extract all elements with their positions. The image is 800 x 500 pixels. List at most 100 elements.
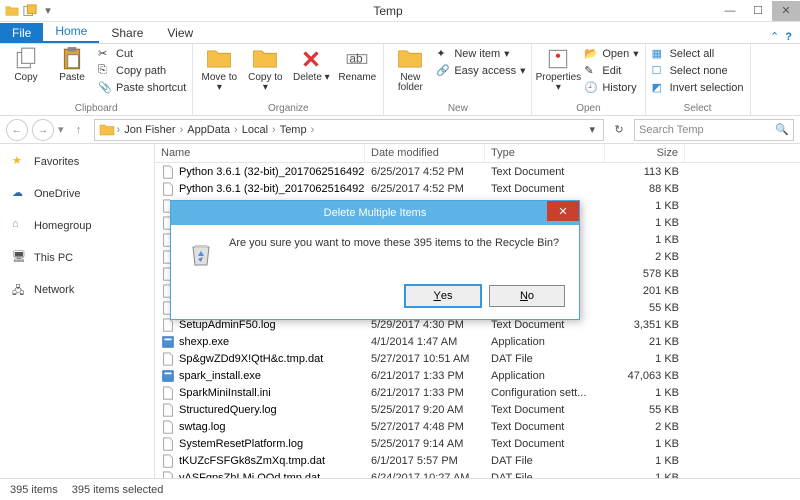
ribbon-group-new: New folder ✦New item ▾ 🔗Easy access ▾ Ne… <box>384 44 532 115</box>
edit-button[interactable]: ✎Edit <box>584 63 638 79</box>
properties-button[interactable]: Properties ▾ <box>538 46 578 93</box>
back-button[interactable]: ← <box>6 119 28 141</box>
breadcrumb[interactable]: › Jon Fisher › AppData › Local › Temp › … <box>94 119 604 141</box>
file-date: 6/25/2017 4:52 PM <box>365 166 485 178</box>
new-window-icon[interactable] <box>22 3 38 19</box>
minimize-button[interactable]: — <box>716 1 744 21</box>
file-size: 1 KB <box>605 234 685 246</box>
file-row[interactable]: swtag.log5/27/2017 4:48 PMText Document2… <box>155 418 800 435</box>
maximize-button[interactable]: ☐ <box>744 1 772 21</box>
sidebar-network[interactable]: 🖧Network <box>4 278 150 302</box>
dialog-close-button[interactable]: ✕ <box>547 201 579 221</box>
rename-button[interactable]: abRename <box>337 46 377 83</box>
forward-button[interactable]: → <box>32 119 54 141</box>
new-folder-button[interactable]: New folder <box>390 46 430 93</box>
ribbon-tabs: File Home Share View ⌃ ? <box>0 22 800 44</box>
paste-shortcut-button[interactable]: 📎Paste shortcut <box>98 80 186 96</box>
sidebar-homegroup[interactable]: ⌂Homegroup <box>4 214 150 238</box>
crumb-temp[interactable]: Temp <box>278 124 309 136</box>
tab-file[interactable]: File <box>0 23 43 43</box>
select-none-button[interactable]: ☐Select none <box>652 63 744 79</box>
help-icon[interactable]: ? <box>785 31 792 43</box>
collapse-ribbon-icon[interactable]: ⌃ <box>770 30 779 43</box>
sidebar-onedrive[interactable]: ☁OneDrive <box>4 182 150 206</box>
status-bar: 395 items 395 items selected <box>0 478 800 500</box>
address-dropdown-icon[interactable]: ▾ <box>585 123 599 136</box>
dialog-title-bar[interactable]: Delete Multiple Items ✕ <box>171 201 579 225</box>
paste-button[interactable]: Paste <box>52 46 92 83</box>
copy-path-button[interactable]: ⎘Copy path <box>98 63 186 79</box>
up-button[interactable]: ↑ <box>68 119 90 141</box>
search-icon: 🔍 <box>775 123 789 136</box>
history-icon: 🕘 <box>584 81 598 95</box>
invert-icon: ◩ <box>652 81 666 95</box>
tab-share[interactable]: Share <box>99 23 155 43</box>
chevron-right-icon[interactable]: › <box>117 124 121 136</box>
dialog-yes-button[interactable]: Yes <box>405 285 481 307</box>
window-title: Temp <box>60 4 716 18</box>
copy-button[interactable]: Copy <box>6 46 46 83</box>
ribbon: Copy Paste ✂Cut ⎘Copy path 📎Paste shortc… <box>0 44 800 116</box>
tab-view[interactable]: View <box>155 23 205 43</box>
chevron-right-icon[interactable]: › <box>311 124 315 136</box>
file-name: SystemResetPlatform.log <box>179 438 303 450</box>
file-size: 2 KB <box>605 421 685 433</box>
dialog-no-button[interactable]: No <box>489 285 565 307</box>
col-type[interactable]: Type <box>485 144 605 162</box>
tab-home[interactable]: Home <box>43 21 99 43</box>
chevron-right-icon[interactable]: › <box>234 124 238 136</box>
file-row[interactable]: vASFgpsZhLMj,QOd.tmp.dat6/24/2017 10:27 … <box>155 469 800 478</box>
easy-access-button[interactable]: 🔗Easy access ▾ <box>436 63 525 79</box>
column-headers: Name Date modified Type Size <box>155 144 800 163</box>
cut-icon: ✂ <box>98 47 112 61</box>
file-row[interactable]: StructuredQuery.log5/25/2017 9:20 AMText… <box>155 401 800 418</box>
col-date[interactable]: Date modified <box>365 144 485 162</box>
file-row[interactable]: shexp.exe4/1/2014 1:47 AMApplication21 K… <box>155 333 800 350</box>
invert-selection-button[interactable]: ◩Invert selection <box>652 80 744 96</box>
refresh-button[interactable]: ↻ <box>608 119 630 141</box>
qat-dropdown-icon[interactable]: ▾ <box>40 3 56 19</box>
file-row[interactable]: tKUZcFSFGk8sZmXq.tmp.dat6/1/2017 5:57 PM… <box>155 452 800 469</box>
delete-button[interactable]: Delete ▾ <box>291 46 331 83</box>
dialog-title: Delete Multiple Items <box>324 207 427 219</box>
file-type: Text Document <box>485 438 605 450</box>
file-date: 5/27/2017 10:51 AM <box>365 353 485 365</box>
sidebar-thispc[interactable]: 🖥This PC <box>4 246 150 270</box>
crumb-user[interactable]: Jon Fisher <box>122 124 177 136</box>
file-row[interactable]: SystemResetPlatform.log5/25/2017 9:14 AM… <box>155 435 800 452</box>
crumb-local[interactable]: Local <box>240 124 270 136</box>
group-label: Open <box>538 102 638 115</box>
file-icon <box>161 165 175 179</box>
sidebar-favorites[interactable]: ★Favorites <box>4 150 150 174</box>
group-label: Select <box>652 102 744 115</box>
file-icon <box>161 335 175 349</box>
open-button[interactable]: 📂Open ▾ <box>584 46 638 62</box>
search-input[interactable]: Search Temp 🔍 <box>634 119 794 141</box>
file-size: 1 KB <box>605 217 685 229</box>
col-name[interactable]: Name <box>155 144 365 162</box>
file-row[interactable]: Python 3.6.1 (32-bit)_20170625164927_01.… <box>155 180 800 197</box>
star-icon: ★ <box>12 154 28 170</box>
copy-to-button[interactable]: Copy to ▾ <box>245 46 285 93</box>
open-icon: 📂 <box>584 47 598 61</box>
file-row[interactable]: Sp&gwZDd9X!QtH&c.tmp.dat5/27/2017 10:51 … <box>155 350 800 367</box>
file-row[interactable]: SparkMiniInstall.ini6/21/2017 1:33 PMCon… <box>155 384 800 401</box>
file-size: 21 KB <box>605 336 685 348</box>
chevron-right-icon[interactable]: › <box>272 124 276 136</box>
close-button[interactable]: ✕ <box>772 1 800 21</box>
file-type: Configuration sett... <box>485 387 605 399</box>
recent-dropdown[interactable]: ▾ <box>58 123 64 136</box>
file-row[interactable]: Python 3.6.1 (32-bit)_20170625164927_00.… <box>155 163 800 180</box>
file-name: tKUZcFSFGk8sZmXq.tmp.dat <box>179 455 325 467</box>
select-all-button[interactable]: ▦Select all <box>652 46 744 62</box>
move-to-button[interactable]: Move to ▾ <box>199 46 239 93</box>
col-size[interactable]: Size <box>605 144 685 162</box>
delete-dialog: Delete Multiple Items ✕ Are you sure you… <box>170 200 580 320</box>
history-button[interactable]: 🕘History <box>584 80 638 96</box>
file-row[interactable]: spark_install.exe6/21/2017 1:33 PMApplic… <box>155 367 800 384</box>
file-date: 4/1/2014 1:47 AM <box>365 336 485 348</box>
crumb-appdata[interactable]: AppData <box>185 124 232 136</box>
cut-button[interactable]: ✂Cut <box>98 46 186 62</box>
chevron-right-icon[interactable]: › <box>180 124 184 136</box>
new-item-button[interactable]: ✦New item ▾ <box>436 46 525 62</box>
